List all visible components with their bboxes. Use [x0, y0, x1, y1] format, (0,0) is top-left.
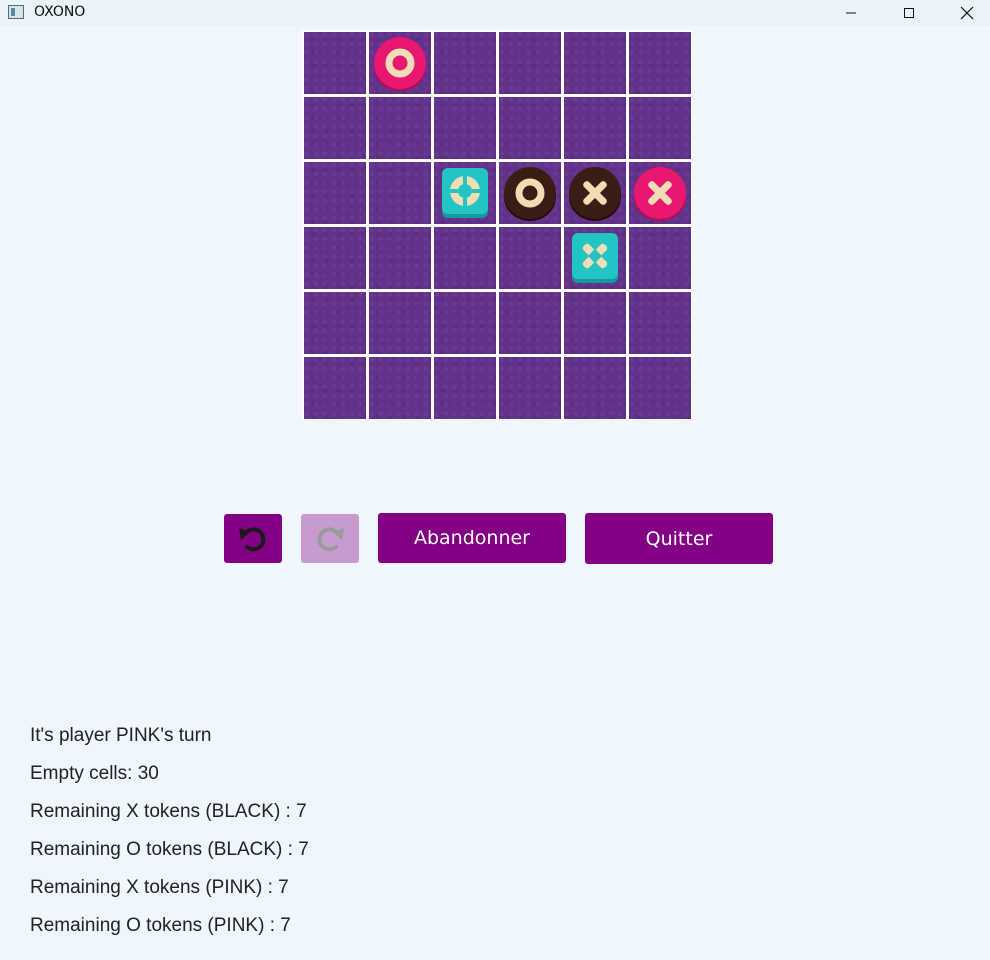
board-cell[interactable]: [629, 357, 691, 419]
board-cell[interactable]: [629, 97, 691, 159]
abandon-button[interactable]: Abandonner: [378, 513, 566, 563]
board-cell[interactable]: [369, 292, 431, 354]
totem-x-icon[interactable]: [564, 227, 626, 289]
redo-button[interactable]: [301, 514, 359, 563]
board-cell[interactable]: [564, 357, 626, 419]
remaining-x-pink: Remaining X tokens (PINK) : 7: [30, 877, 289, 898]
board-cell[interactable]: [629, 227, 691, 289]
pink-x-token: [634, 167, 686, 221]
board-cell[interactable]: [369, 32, 431, 94]
abandon-button-label: Abandonner: [413, 527, 530, 549]
turn-status: It's player PINK's turn: [30, 725, 212, 746]
maximize-icon: [904, 8, 914, 18]
board-cell[interactable]: [434, 32, 496, 94]
close-button[interactable]: [938, 0, 990, 26]
board-cell[interactable]: [564, 227, 626, 289]
board-cell[interactable]: [304, 357, 366, 419]
window-title: OXONO: [34, 4, 86, 20]
board-cell[interactable]: [304, 97, 366, 159]
redo-icon: [317, 526, 344, 551]
title-bar: OXONO: [0, 0, 990, 26]
board-cell[interactable]: [564, 97, 626, 159]
quit-button[interactable]: Quitter: [585, 513, 773, 564]
quit-button-label: Quitter: [645, 527, 713, 550]
board-cell[interactable]: [499, 227, 561, 289]
undo-icon: [239, 526, 266, 551]
board-cell[interactable]: [629, 162, 691, 224]
board-cell[interactable]: [434, 292, 496, 354]
game-board: [302, 30, 692, 420]
board-cell[interactable]: [434, 162, 496, 224]
board-cell[interactable]: [434, 227, 496, 289]
close-icon: [960, 6, 974, 20]
app-icon: [8, 5, 24, 19]
board-cell[interactable]: [434, 97, 496, 159]
board-cell[interactable]: [304, 227, 366, 289]
board-cell[interactable]: [434, 357, 496, 419]
totem-o-icon[interactable]: [434, 162, 496, 224]
board-cell[interactable]: [304, 32, 366, 94]
remaining-o-pink: Remaining O tokens (PINK) : 7: [30, 915, 291, 936]
board-cell[interactable]: [564, 162, 626, 224]
board-cell[interactable]: [564, 32, 626, 94]
empty-cells-status: Empty cells: 30: [30, 763, 159, 784]
board-cell[interactable]: [304, 162, 366, 224]
board-cell[interactable]: [629, 292, 691, 354]
board-cell[interactable]: [369, 357, 431, 419]
pink-o-token: [374, 37, 426, 91]
board-cell[interactable]: [499, 97, 561, 159]
minimize-icon: [846, 12, 856, 14]
black-o-token: [504, 167, 556, 221]
board-cell[interactable]: [499, 292, 561, 354]
board-cell[interactable]: [564, 292, 626, 354]
board-cell[interactable]: [369, 162, 431, 224]
board-cell[interactable]: [629, 32, 691, 94]
black-x-token: [569, 167, 621, 221]
board-cell[interactable]: [369, 227, 431, 289]
board-cell[interactable]: [304, 292, 366, 354]
maximize-button[interactable]: [880, 0, 938, 26]
board-cell[interactable]: [499, 162, 561, 224]
minimize-button[interactable]: [822, 0, 880, 26]
board-cell[interactable]: [499, 32, 561, 94]
remaining-o-black: Remaining O tokens (BLACK) : 7: [30, 839, 309, 860]
board-cell[interactable]: [369, 97, 431, 159]
board-cell[interactable]: [499, 357, 561, 419]
undo-button[interactable]: [224, 514, 282, 563]
remaining-x-black: Remaining X tokens (BLACK) : 7: [30, 801, 307, 822]
